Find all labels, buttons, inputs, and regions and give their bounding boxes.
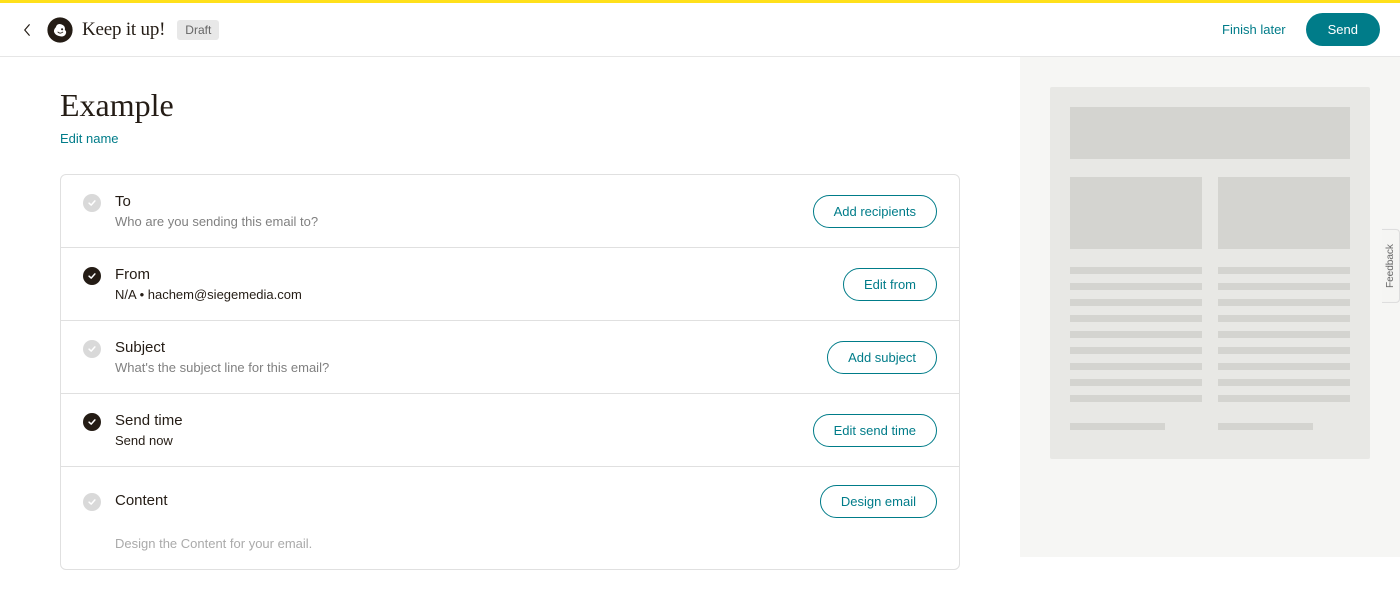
finish-later-link[interactable]: Finish later: [1222, 22, 1286, 37]
preview-image-block: [1218, 177, 1350, 249]
edit-sendtime-button[interactable]: Edit send time: [813, 414, 937, 447]
section-to: To Who are you sending this email to? Ad…: [61, 175, 959, 248]
section-sendtime-text: Send time Send now: [115, 412, 183, 448]
back-icon[interactable]: [20, 23, 34, 37]
mailchimp-logo-icon: [46, 16, 74, 44]
preview-image-block: [1070, 177, 1202, 249]
check-circle-icon: [83, 194, 101, 212]
section-subject: Subject What's the subject line for this…: [61, 321, 959, 394]
preview-text-line: [1070, 267, 1202, 274]
preview-text-line: [1070, 331, 1202, 338]
section-sendtime-sub: Send now: [115, 433, 183, 448]
preview-text-line: [1218, 363, 1350, 370]
check-circle-icon: [83, 493, 101, 511]
header-right: Finish later Send: [1222, 13, 1380, 46]
section-to-title: To: [115, 193, 318, 210]
section-sendtime-left: Send time Send now: [83, 412, 183, 448]
preview-text-line: [1218, 283, 1350, 290]
section-content-title: Content: [115, 492, 168, 509]
edit-from-button[interactable]: Edit from: [843, 268, 937, 301]
section-subject-title: Subject: [115, 339, 329, 356]
preview-text-line: [1070, 363, 1202, 370]
section-from: From N/A • hachem@siegemedia.com Edit fr…: [61, 248, 959, 321]
draft-badge: Draft: [177, 20, 219, 40]
section-from-text: From N/A • hachem@siegemedia.com: [115, 266, 302, 302]
section-from-title: From: [115, 266, 302, 283]
preview-text-line: [1218, 347, 1350, 354]
section-to-sub: Who are you sending this email to?: [115, 214, 318, 229]
preview-text-line: [1070, 423, 1165, 430]
section-sendtime-title: Send time: [115, 412, 183, 429]
preview-hero-block: [1070, 107, 1350, 159]
section-content-inner: Content Design email: [83, 485, 937, 518]
section-content-left: Content: [83, 492, 168, 511]
preview-col-left: [1070, 177, 1202, 439]
preview-text-line: [1070, 347, 1202, 354]
section-to-text: To Who are you sending this email to?: [115, 193, 318, 229]
preview-text-line: [1070, 315, 1202, 322]
check-circle-icon: [83, 340, 101, 358]
preview-column: [1020, 57, 1400, 557]
brand-area: Keep it up!: [46, 16, 165, 44]
section-to-left: To Who are you sending this email to?: [83, 193, 318, 229]
preview-text-line: [1218, 379, 1350, 386]
design-email-button[interactable]: Design email: [820, 485, 937, 518]
section-subject-sub: What's the subject line for this email?: [115, 360, 329, 375]
content-column: Example Edit name To Who are you sending…: [0, 57, 1020, 600]
preview-text-line: [1218, 423, 1313, 430]
section-sendtime: Send time Send now Edit send time: [61, 394, 959, 467]
brand-title: Keep it up!: [82, 19, 165, 41]
preview-text-line: [1070, 299, 1202, 306]
send-button[interactable]: Send: [1306, 13, 1380, 46]
preview-text-line: [1218, 331, 1350, 338]
edit-name-link[interactable]: Edit name: [60, 131, 119, 146]
section-content-text: Content: [115, 492, 168, 509]
preview-text-line: [1070, 379, 1202, 386]
preview-text-line: [1218, 395, 1350, 402]
check-circle-icon: [83, 413, 101, 431]
preview-col-right: [1218, 177, 1350, 439]
preview-columns: [1070, 177, 1350, 439]
template-preview[interactable]: [1050, 87, 1370, 459]
section-from-left: From N/A • hachem@siegemedia.com: [83, 266, 302, 302]
preview-text-line: [1218, 267, 1350, 274]
preview-text-line: [1070, 283, 1202, 290]
section-subject-text: Subject What's the subject line for this…: [115, 339, 329, 375]
header-left: Keep it up! Draft: [20, 16, 219, 44]
main: Example Edit name To Who are you sending…: [0, 57, 1400, 600]
feedback-tab[interactable]: Feedback: [1382, 229, 1400, 303]
section-subject-left: Subject What's the subject line for this…: [83, 339, 329, 375]
page-title: Example: [60, 87, 960, 124]
check-circle-icon: [83, 267, 101, 285]
preview-text-line: [1218, 315, 1350, 322]
section-from-sub: N/A • hachem@siegemedia.com: [115, 287, 302, 302]
section-content: Content Design email Design the Content …: [61, 467, 959, 569]
add-subject-button[interactable]: Add subject: [827, 341, 937, 374]
header: Keep it up! Draft Finish later Send: [0, 3, 1400, 57]
preview-text-line: [1070, 395, 1202, 402]
add-recipients-button[interactable]: Add recipients: [813, 195, 937, 228]
preview-text-line: [1218, 299, 1350, 306]
section-content-desc: Design the Content for your email.: [115, 536, 937, 551]
campaign-sections: To Who are you sending this email to? Ad…: [60, 174, 960, 570]
